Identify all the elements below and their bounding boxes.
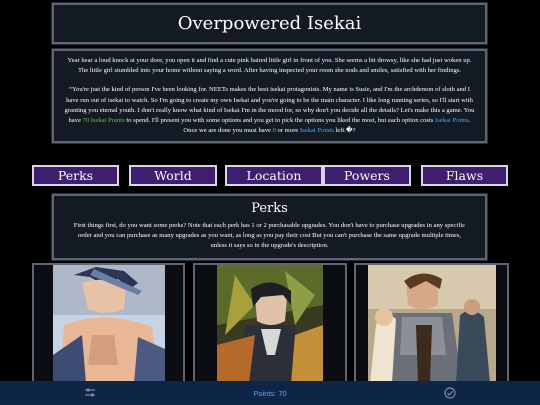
check-circle-icon[interactable]	[444, 387, 456, 399]
points-bar: Points: 70	[0, 381, 540, 405]
intro-panel: Year hear a loud knock at your door, you…	[51, 48, 488, 144]
intro-paragraph-3: Once we are done you must have 0 or more…	[183, 127, 356, 135]
perk-card-3[interactable]	[354, 263, 509, 385]
perk-card-1[interactable]	[32, 263, 185, 385]
section-description: First things first, do you want some per…	[73, 222, 466, 249]
perk-card-2[interactable]	[193, 263, 347, 385]
perk-image-2	[195, 265, 345, 383]
points-term: Isekai Points	[435, 117, 469, 125]
tab-powers[interactable]: Powers	[323, 165, 411, 186]
tab-location[interactable]: Location	[225, 165, 323, 186]
points-term-2: Isekai Points	[299, 127, 334, 135]
points-amount: 70 Isekai Points	[82, 117, 125, 125]
tab-flaws[interactable]: Flaws	[421, 165, 508, 186]
page-title: Overpowered Isekai	[177, 13, 362, 34]
tab-world[interactable]: World	[129, 165, 217, 186]
tab-perks[interactable]: Perks	[32, 165, 119, 186]
section-panel: Perks First things first, do you want so…	[51, 193, 488, 261]
perk-image-1	[34, 265, 183, 383]
points-counter: Points: 70	[253, 388, 287, 398]
settings-sliders-icon[interactable]	[84, 387, 96, 399]
section-heading: Perks	[251, 201, 288, 216]
intro-paragraph-2: “You're just the kind of person I've bee…	[64, 86, 475, 125]
title-panel: Overpowered Isekai	[51, 2, 488, 45]
perk-image-3	[356, 265, 507, 383]
intro-paragraph-1: Year hear a loud knock at your door, you…	[67, 57, 472, 75]
